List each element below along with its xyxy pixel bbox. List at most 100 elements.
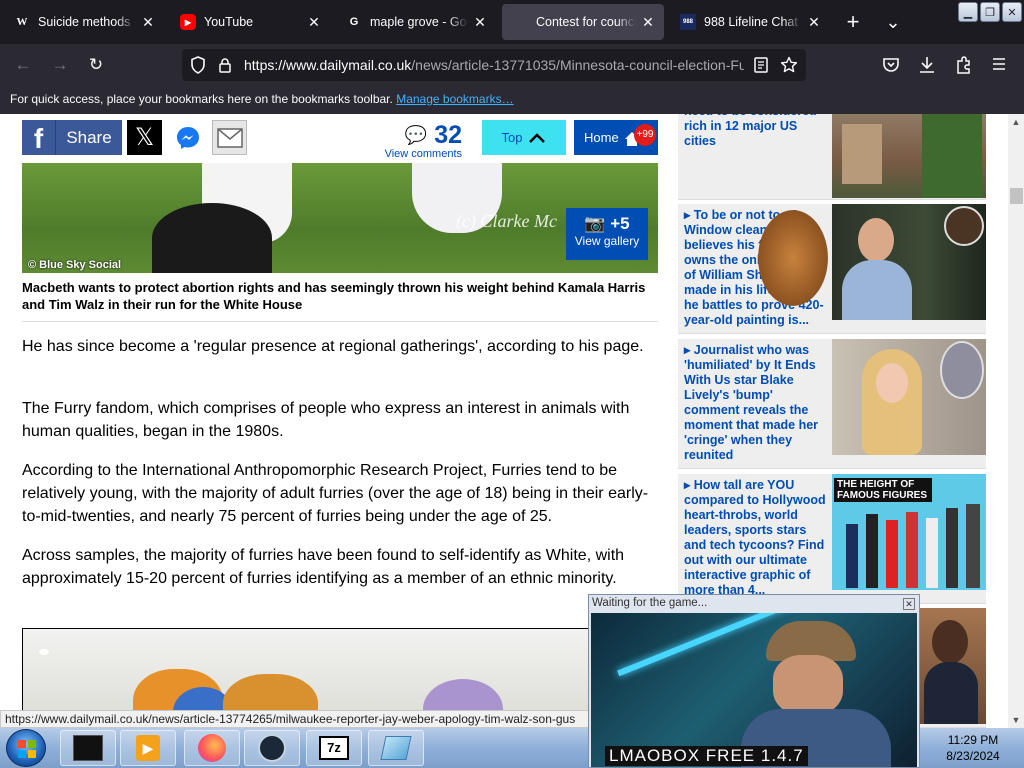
mail-icon xyxy=(216,127,243,148)
x-icon: 𝕏 xyxy=(134,124,155,151)
comments-link[interactable]: 💬 32 View comments xyxy=(382,121,462,161)
reader-view-icon[interactable] xyxy=(754,57,768,73)
shield-icon[interactable] xyxy=(190,56,206,74)
sidebar-article[interactable]: ▸ To be or not to...? Window cleaner bel… xyxy=(678,204,986,334)
close-icon[interactable]: ✕ xyxy=(640,14,656,31)
facebook-share-button[interactable]: f Share xyxy=(22,120,122,155)
new-tab-button[interactable]: + xyxy=(838,7,868,37)
popup-title: Waiting for the game... xyxy=(592,597,708,609)
figure xyxy=(906,512,918,588)
url-text[interactable]: https://www.dailymail.co.uk/news/article… xyxy=(244,57,744,73)
windows-logo-icon xyxy=(18,740,36,758)
tab-title: Suicide methods - Wikipedia xyxy=(38,15,136,29)
restore-icon[interactable]: ❐ xyxy=(980,2,1000,22)
comment-count: 32 xyxy=(434,121,462,149)
minimize-icon[interactable]: ▁ xyxy=(958,2,978,22)
home-label: Home xyxy=(584,130,619,145)
taskbar-7zip[interactable]: 7z xyxy=(306,730,362,766)
scroll-down-icon[interactable]: ▼ xyxy=(1008,712,1024,728)
pocket-icon[interactable] xyxy=(882,56,900,74)
7zip-icon: 7z xyxy=(319,736,349,760)
x-share-button[interactable]: 𝕏 xyxy=(127,120,162,155)
list-tabs-button[interactable]: ⌄ xyxy=(878,7,908,37)
taskbar-notepad[interactable] xyxy=(368,730,424,766)
menu-icon[interactable] xyxy=(991,56,1007,72)
sidebar-headline[interactable]: ▸ How tall are YOU compared to Hollywood… xyxy=(684,478,826,598)
tab-youtube[interactable]: ▶ YouTube ✕ xyxy=(170,4,330,40)
height-figures-image[interactable]: THE HEIGHT OF FAMOUS FIGURES xyxy=(832,474,986,590)
figure xyxy=(926,518,938,588)
manage-bookmarks-link[interactable]: Manage bookmarks… xyxy=(396,92,513,106)
clock-time: 11:29 PM xyxy=(947,733,999,747)
back-arrow-icon[interactable]: ← xyxy=(8,50,38,80)
messenger-icon xyxy=(176,126,199,149)
url-bar[interactable]: https://www.dailymail.co.uk/news/article… xyxy=(182,49,806,81)
face xyxy=(858,218,894,262)
close-icon[interactable]: ✕ xyxy=(806,14,822,31)
photo-watermark: (c) Clarke Mc xyxy=(456,211,557,231)
scroll-up-icon[interactable]: ▲ xyxy=(1008,114,1024,130)
messenger-share-button[interactable] xyxy=(170,120,205,155)
browser-tab-bar: W Suicide methods - Wikipedia ✕ ▶ YouTub… xyxy=(0,0,1024,44)
home-button[interactable]: Home +99 xyxy=(574,120,658,155)
forward-arrow-icon[interactable]: → xyxy=(45,50,75,80)
tab-988-lifeline[interactable]: 988 988 Lifeline Chat and Text ✕ xyxy=(670,4,830,40)
email-share-button[interactable] xyxy=(212,120,247,155)
tree xyxy=(922,114,982,198)
taskbar-terminal[interactable] xyxy=(60,730,116,766)
desktop: W Suicide methods - Wikipedia ✕ ▶ YouTub… xyxy=(0,0,1024,768)
hamster-sticker xyxy=(758,210,828,306)
downloads-icon[interactable] xyxy=(918,55,936,75)
article-paragraph: According to the International Anthropom… xyxy=(22,462,649,525)
sidebar-article[interactable]: ▸ How tall are YOU compared to Hollywood… xyxy=(678,474,986,604)
back-to-top-button[interactable]: Top xyxy=(482,120,566,155)
sidebar-article[interactable]: need to be considered rich in 12 major U… xyxy=(678,114,986,200)
brownstone-houses-image[interactable] xyxy=(832,114,986,198)
sidebar-headline[interactable]: need to be considered rich in 12 major U… xyxy=(684,114,826,149)
photo-credit: © Blue Sky Social xyxy=(28,259,122,271)
lifeline-icon: 988 xyxy=(680,14,696,30)
bookmark-star-icon[interactable] xyxy=(780,56,798,74)
start-button[interactable] xyxy=(6,729,46,767)
popup-close-icon[interactable]: ✕ xyxy=(903,598,915,610)
notepad-icon xyxy=(380,736,412,760)
close-icon[interactable]: ✕ xyxy=(306,14,322,31)
taskbar-firefox[interactable] xyxy=(184,730,240,766)
tab-maple-grove[interactable]: G maple grove - Google Search ✕ xyxy=(336,4,496,40)
jacket xyxy=(924,662,978,724)
lock-icon[interactable] xyxy=(218,57,232,73)
notification-badge: +99 xyxy=(634,124,656,146)
tab-contest-council[interactable]: Contest for council seat ✕ xyxy=(502,4,664,40)
arrow-icon: ▸ xyxy=(684,478,691,492)
system-clock[interactable]: 11:29 PM 8/23/2024 xyxy=(930,732,1016,764)
tab-suicide-methods[interactable]: W Suicide methods - Wikipedia ✕ xyxy=(4,4,164,40)
article-photo[interactable]: (c) Clarke Mc © Blue Sky Social 📷 +5 Vie… xyxy=(22,163,658,273)
man-with-portrait-image[interactable] xyxy=(832,204,986,320)
view-gallery-button[interactable]: 📷 +5 View gallery xyxy=(566,208,648,260)
taskbar-steam[interactable] xyxy=(244,730,300,766)
blonde-journalist-image[interactable] xyxy=(832,339,986,455)
close-window-icon[interactable]: ✕ xyxy=(1002,2,1022,22)
wikipedia-icon: W xyxy=(16,16,28,28)
close-icon[interactable]: ✕ xyxy=(472,14,488,31)
hair xyxy=(932,620,968,664)
sidebar-headline[interactable]: ▸ Journalist who was 'humiliated' by It … xyxy=(684,343,826,463)
black-shoe xyxy=(152,203,272,273)
arrow-icon: ▸ xyxy=(684,343,691,357)
tab-title: YouTube xyxy=(204,15,254,29)
taskbar-media-player[interactable]: ▶ xyxy=(120,730,176,766)
scroll-thumb[interactable] xyxy=(1010,188,1023,204)
building xyxy=(842,124,882,184)
arrow-icon: ▸ xyxy=(684,208,691,222)
reload-icon[interactable]: ↻ xyxy=(81,50,111,80)
article-paragraph: He has since become a 'regular presence … xyxy=(22,338,644,355)
sidebar-article[interactable]: ▸ Journalist who was 'humiliated' by It … xyxy=(678,339,986,469)
article-paragraph: The Furry fandom, which comprises of peo… xyxy=(22,400,630,440)
extensions-icon[interactable] xyxy=(955,55,973,75)
page-scrollbar[interactable]: ▲ ▼ xyxy=(1008,114,1024,728)
figure xyxy=(946,508,958,588)
photo-caption: Macbeth wants to protect abortion rights… xyxy=(22,279,658,322)
game-popup-window[interactable]: Waiting for the game... ✕ LMAOBOX FREE 1… xyxy=(588,594,920,768)
close-icon[interactable]: ✕ xyxy=(140,14,156,31)
portrait-thumbnail xyxy=(944,206,984,246)
